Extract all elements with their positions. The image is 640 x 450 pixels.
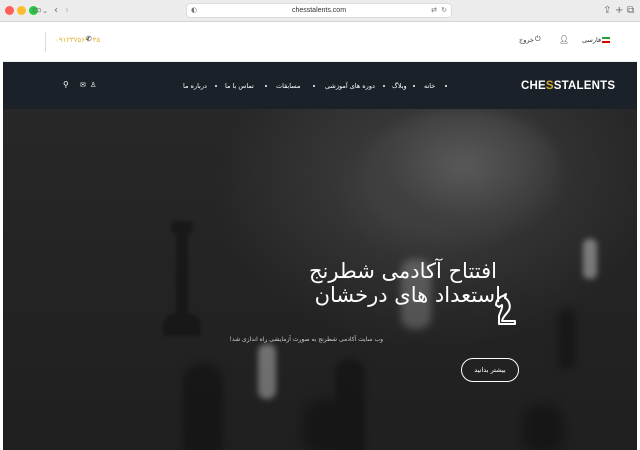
nav-dot bbox=[445, 85, 447, 87]
nav-dot bbox=[313, 85, 315, 87]
logout-link[interactable]: خروج bbox=[519, 36, 534, 44]
hero-banner: افتتاح آکادمی شطرنج استعداد های درخشان و… bbox=[3, 109, 637, 450]
account-icon[interactable]: ♙ bbox=[90, 81, 96, 89]
phone-number[interactable]: ۰۹۱۲۳۷۵۶۹۰۴۵ bbox=[55, 36, 100, 44]
logo-text-right: STALENTS bbox=[553, 80, 616, 92]
logout-icon[interactable]: ⏻ bbox=[535, 35, 541, 44]
new-tab-icon[interactable]: + bbox=[615, 3, 623, 19]
logo-text-left: CHE bbox=[521, 80, 546, 92]
nav-item-home[interactable]: خانه bbox=[424, 82, 435, 90]
back-icon[interactable]: ‹ bbox=[54, 3, 58, 19]
tabs-icon[interactable]: ⧉ bbox=[627, 3, 634, 19]
phone-icon: ✆ bbox=[86, 35, 92, 43]
language-selector[interactable]: فارسی bbox=[582, 36, 601, 44]
divider bbox=[45, 32, 46, 52]
forward-icon[interactable]: › bbox=[65, 3, 69, 19]
learn-more-button[interactable]: بیشتر بدانید bbox=[461, 358, 519, 382]
knight-icon bbox=[495, 293, 516, 325]
mail-icon[interactable]: ✉ bbox=[80, 81, 86, 89]
hero-title-line1: افتتاح آکادمی شطرنج bbox=[309, 259, 497, 283]
share-icon[interactable]: ⇪ bbox=[603, 3, 611, 19]
top-bar: ۰۹۱۲۳۷۵۶۹۰۴۵ ✆ خروج ⏻ 👤︎ فارسی bbox=[3, 22, 637, 62]
nav-dot bbox=[413, 85, 415, 87]
translate-icon[interactable]: ⇄ bbox=[431, 4, 437, 17]
hero-subtitle: وب سایت آکادمی شطرنج به صورت آزمایشی راه… bbox=[229, 336, 383, 343]
address-bar[interactable]: ◐ chesstalents.com ⇄ ↻ bbox=[186, 3, 452, 18]
close-window-button[interactable] bbox=[5, 6, 14, 15]
browser-toolbar: ▭ ⌄ ‹ › ◐ chesstalents.com ⇄ ↻ ⇪ + ⧉ bbox=[0, 0, 640, 22]
nav-dot bbox=[265, 85, 267, 87]
nav-item-courses[interactable]: دوره های آموزشی bbox=[325, 82, 375, 90]
nav-dot bbox=[383, 85, 385, 87]
minimize-window-button[interactable] bbox=[17, 6, 26, 15]
hero-title: افتتاح آکادمی شطرنج استعداد های درخشان bbox=[309, 259, 501, 307]
user-icon[interactable]: 👤︎ bbox=[559, 35, 569, 44]
nav-dot bbox=[215, 85, 217, 87]
nav-item-about[interactable]: درباره ما bbox=[183, 82, 207, 90]
reload-icon[interactable]: ↻ bbox=[441, 4, 447, 17]
iran-flag-icon bbox=[602, 37, 610, 43]
website: ۰۹۱۲۳۷۵۶۹۰۴۵ ✆ خروج ⏻ 👤︎ فارسی ⚲ ✉ ♙ درب… bbox=[3, 22, 637, 450]
main-navbar: ⚲ ✉ ♙ درباره ما تماس با ما مسابقات دوره … bbox=[3, 62, 637, 109]
nav-item-blog[interactable]: وبلاگ bbox=[392, 82, 407, 90]
search-icon[interactable]: ⚲ bbox=[63, 80, 69, 89]
logo-knight: S bbox=[545, 80, 554, 92]
sidebar-icon[interactable]: ▭ bbox=[32, 3, 41, 19]
nav-item-contact[interactable]: تماس با ما bbox=[225, 82, 254, 90]
hero-title-line2: استعداد های درخشان bbox=[314, 283, 501, 307]
chevron-down-icon[interactable]: ⌄ bbox=[42, 3, 48, 19]
site-logo[interactable]: CHESSTALENTS bbox=[521, 80, 615, 92]
nav-item-competitions[interactable]: مسابقات bbox=[276, 82, 300, 90]
address-url: chesstalents.com bbox=[291, 7, 347, 14]
